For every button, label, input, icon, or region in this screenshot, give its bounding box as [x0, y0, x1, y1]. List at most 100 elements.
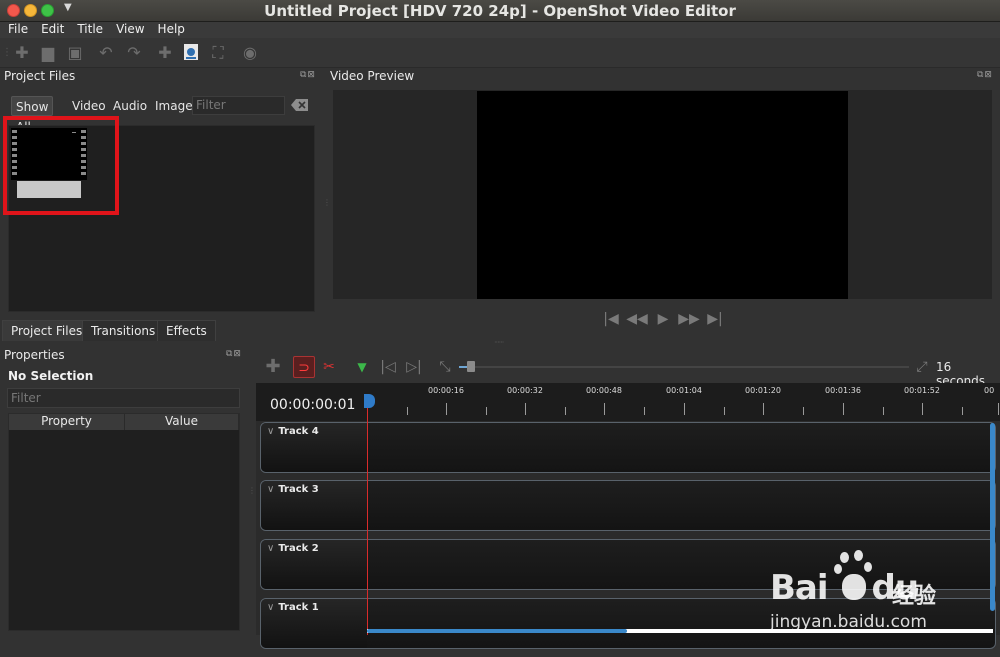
- ruler-tick: [644, 407, 645, 415]
- clear-filter-icon[interactable]: [291, 98, 309, 112]
- track-3-label: ∨ Track 3: [267, 484, 319, 495]
- track-4-label: ∨ Track 4: [267, 426, 319, 437]
- track-4[interactable]: ∨ Track 4: [260, 422, 996, 473]
- rewind-icon[interactable]: ◀◀: [626, 308, 648, 330]
- menu-title[interactable]: Title: [77, 22, 103, 38]
- track-1-label: ∨ Track 1: [267, 602, 319, 613]
- chevron-down-icon[interactable]: ∨: [267, 484, 274, 495]
- timeline-horizontal-scrollbar[interactable]: [367, 629, 627, 633]
- fast-forward-icon[interactable]: ▶▶: [678, 308, 700, 330]
- jump-end-icon[interactable]: ▶|: [704, 308, 726, 330]
- menu-edit[interactable]: Edit: [41, 22, 64, 38]
- ruler-tick: [724, 407, 725, 415]
- video-preview-dock-buttons[interactable]: ⧉⊠: [977, 70, 993, 80]
- track-header[interactable]: ∨ Track 2: [261, 540, 367, 589]
- jump-start-icon[interactable]: |◀: [600, 308, 622, 330]
- ruler-tick: [407, 407, 408, 415]
- zoom-slider-track[interactable]: [459, 366, 909, 368]
- fullscreen-icon[interactable]: ⛶: [208, 43, 228, 63]
- chevron-down-icon[interactable]: ∨: [267, 426, 274, 437]
- export-video-icon[interactable]: ◉: [240, 43, 260, 63]
- track-header[interactable]: ∨ Track 3: [261, 481, 367, 530]
- left-dock-tabs: Project Files Transitions Effects: [0, 320, 322, 342]
- ruler-tick: [922, 403, 923, 415]
- choose-profile-icon[interactable]: [181, 43, 201, 63]
- track-2-label: ∨ Track 2: [267, 543, 319, 554]
- tab-transitions[interactable]: Transitions: [82, 320, 165, 341]
- previous-marker-icon[interactable]: |◁: [377, 356, 399, 378]
- toolbar-grip-icon: ⋮: [2, 47, 12, 58]
- track-header[interactable]: ∨ Track 4: [261, 423, 367, 472]
- zoom-slider-handle[interactable]: [467, 361, 475, 372]
- properties-filter-input[interactable]: Filter: [7, 388, 240, 408]
- track-name: Track 2: [278, 543, 319, 554]
- project-files-filter-input[interactable]: Filter: [192, 96, 285, 115]
- window-title: Untitled Project [HDV 720 24p] - OpenSho…: [264, 2, 736, 20]
- properties-title: Properties: [4, 348, 65, 362]
- add-track-icon[interactable]: ✚: [262, 356, 284, 378]
- timeline[interactable]: 00:00:00:01 00:00:16 00:00:32 00:00:48 0…: [256, 383, 1000, 649]
- menu-file[interactable]: File: [8, 22, 28, 38]
- ruler-tick: [962, 407, 963, 415]
- main-toolbar: ⋮ ✚ ▆ ▣ ↶ ↷ ✚ ⛶ ◉: [0, 38, 1000, 68]
- zoom-in-icon[interactable]: ⤢: [911, 356, 933, 378]
- column-property[interactable]: Property: [9, 414, 125, 430]
- open-project-icon[interactable]: ▆: [38, 43, 58, 63]
- ruler-tick: [684, 403, 685, 415]
- properties-selection-label: No Selection: [8, 369, 94, 383]
- redo-icon[interactable]: ↷: [124, 43, 144, 63]
- save-project-icon[interactable]: ▣: [65, 43, 85, 63]
- timeline-splitter-grip-icon[interactable]: ⋮: [248, 486, 256, 495]
- filter-audio[interactable]: Audio: [109, 96, 151, 116]
- ruler-label: 00:01:36: [825, 386, 861, 395]
- ruler-tick: [763, 403, 764, 415]
- playhead-handle[interactable]: [364, 394, 375, 408]
- import-files-icon[interactable]: ✚: [155, 43, 175, 63]
- new-project-icon[interactable]: ✚: [12, 43, 32, 63]
- menu-view[interactable]: View: [116, 22, 144, 38]
- ruler-tick: [446, 403, 447, 415]
- next-marker-icon[interactable]: ▷|: [403, 356, 425, 378]
- ruler-tick: [604, 403, 605, 415]
- menu-help[interactable]: Help: [158, 22, 185, 38]
- filter-video[interactable]: Video: [68, 96, 110, 116]
- undo-icon[interactable]: ↶: [96, 43, 116, 63]
- video-preview-screen[interactable]: [477, 91, 848, 299]
- zoom-out-icon[interactable]: ⤡: [434, 356, 456, 378]
- properties-table-header: Property Value: [9, 414, 239, 430]
- filter-image[interactable]: Image: [151, 96, 197, 116]
- video-preview-title: Video Preview: [330, 69, 415, 83]
- razor-scissors-icon[interactable]: ✂: [318, 356, 340, 378]
- track-name: Track 3: [278, 484, 319, 495]
- playhead-line[interactable]: [367, 399, 368, 635]
- track-2[interactable]: ∨ Track 2: [260, 539, 996, 590]
- chevron-down-icon[interactable]: ∨: [267, 543, 274, 554]
- track-1[interactable]: ∨ Track 1: [260, 598, 996, 649]
- project-files-dock-buttons[interactable]: ⧉⊠: [300, 70, 316, 80]
- ruler-tick: [998, 403, 999, 415]
- properties-dock-buttons[interactable]: ⧉⊠: [226, 349, 242, 359]
- add-marker-icon[interactable]: ▼: [351, 356, 373, 378]
- tab-effects[interactable]: Effects: [157, 320, 216, 341]
- highlight-box: [3, 116, 119, 215]
- ruler-tick: [486, 407, 487, 415]
- ruler-tick: [843, 403, 844, 415]
- track-name: Track 1: [278, 602, 319, 613]
- timeline-vertical-scrollbar[interactable]: [990, 423, 995, 611]
- track-name: Track 4: [278, 426, 319, 437]
- chevron-down-icon[interactable]: ∨: [267, 602, 274, 613]
- snapping-magnet-icon[interactable]: ⊃: [293, 356, 315, 378]
- project-files-title: Project Files: [4, 69, 76, 83]
- timeline-toolbar: ✚ ⊃ ✂ ▼ |◁ ▷| ⤡ ⤢ 16 seconds: [256, 354, 1000, 388]
- properties-table[interactable]: Property Value: [8, 413, 240, 631]
- title-bar: ▼ Untitled Project [HDV 720 24p] - OpenS…: [0, 0, 1000, 22]
- ruler-tick: [883, 407, 884, 415]
- track-3[interactable]: ∨ Track 3: [260, 480, 996, 531]
- splitter-grip-icon[interactable]: ⋮: [323, 198, 331, 207]
- horizontal-splitter-grip-icon[interactable]: ······: [494, 338, 504, 347]
- tab-project-files[interactable]: Project Files: [2, 320, 92, 341]
- filter-show-all[interactable]: Show All: [11, 96, 54, 134]
- play-icon[interactable]: ▶: [652, 308, 674, 330]
- column-value[interactable]: Value: [125, 414, 239, 430]
- track-header[interactable]: ∨ Track 1: [261, 599, 367, 648]
